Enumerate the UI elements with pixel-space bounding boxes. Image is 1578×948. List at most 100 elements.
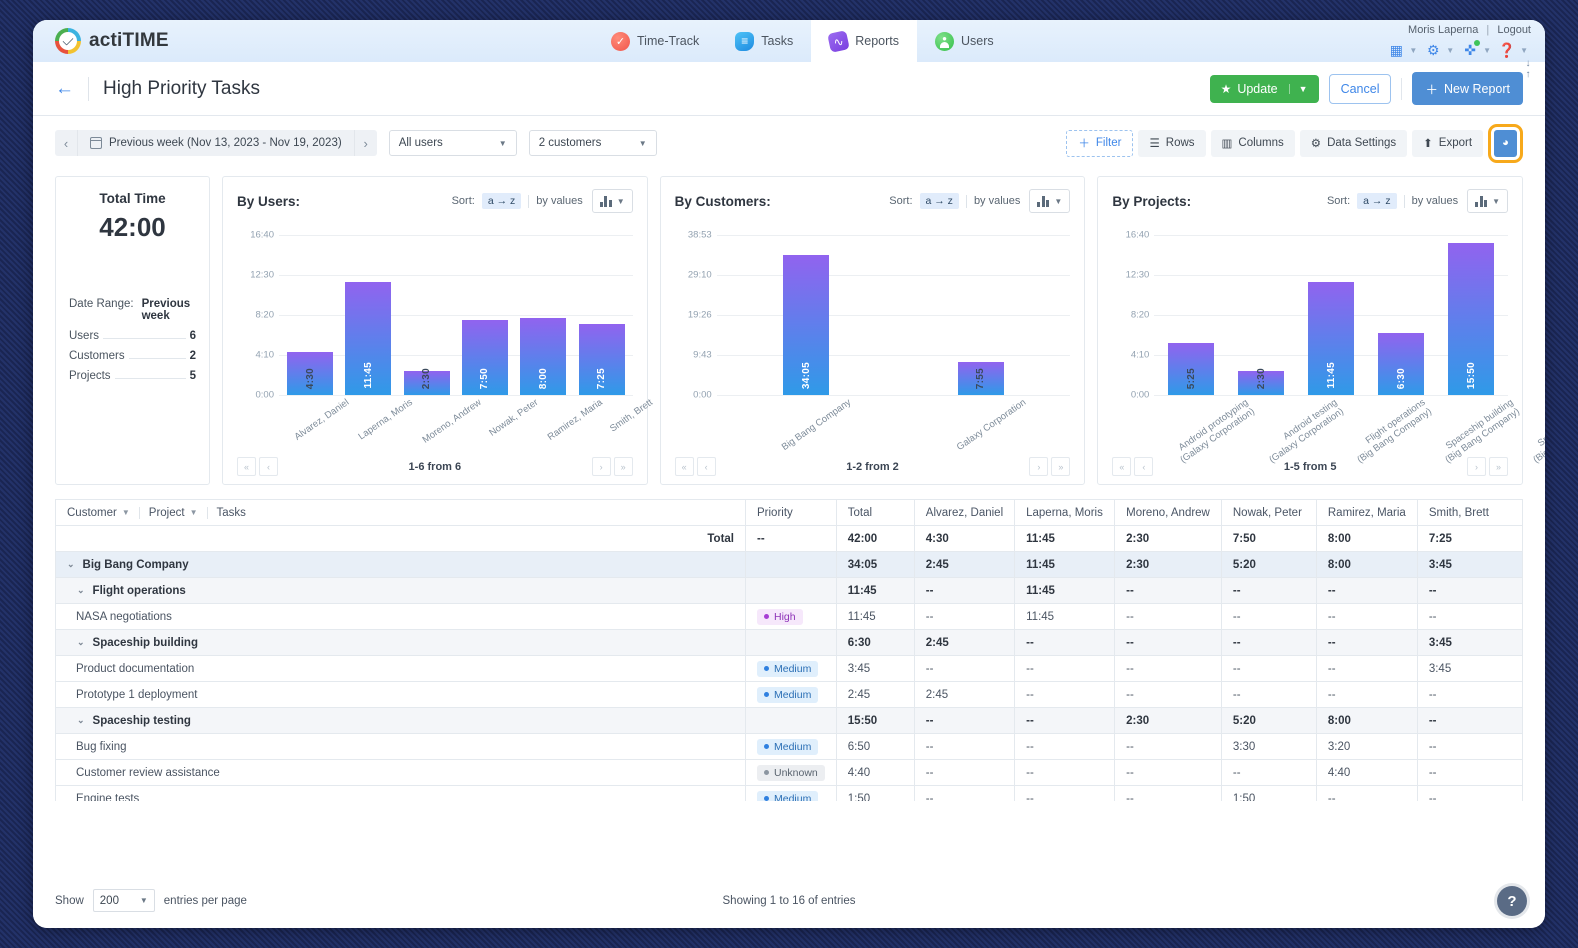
priority-cell[interactable]: Medium	[746, 656, 837, 682]
bar[interactable]: 2:30	[1238, 371, 1284, 395]
bar[interactable]: 34:05	[783, 255, 829, 395]
chevron-down-icon[interactable]: ⌄	[77, 585, 85, 596]
rows-button[interactable]: ☰ Rows	[1138, 130, 1205, 157]
bar-slot[interactable]: 2:30	[1226, 235, 1296, 395]
th-nowak-peter[interactable]: Nowak, Peter	[1221, 500, 1316, 526]
bar-slot[interactable]: 4:30	[281, 235, 339, 395]
priority-cell[interactable]: Unknown	[746, 760, 837, 786]
update-button[interactable]: ★ Update ▼	[1210, 75, 1319, 103]
sort-by-values-link[interactable]: by values	[1412, 195, 1458, 207]
chevron-down-icon[interactable]: ▼	[1289, 84, 1308, 94]
bar[interactable]: 5:25	[1168, 343, 1214, 395]
gear-icon[interactable]: ⚙	[1424, 41, 1442, 59]
last-page-button[interactable]: »	[1489, 457, 1508, 476]
last-page-button[interactable]: »	[1051, 457, 1070, 476]
sort-direction-pill[interactable]: a → z	[1357, 193, 1396, 209]
question-mark-icon[interactable]: ?	[1497, 886, 1527, 916]
prev-page-button[interactable]: ‹	[697, 457, 716, 476]
priority-cell[interactable]	[746, 708, 837, 734]
first-page-button[interactable]: «	[1112, 457, 1131, 476]
th-laperna-moris[interactable]: Laperna, Moris	[1015, 500, 1115, 526]
th-alvarez-daniel[interactable]: Alvarez, Daniel	[914, 500, 1014, 526]
next-page-button[interactable]: ›	[1467, 457, 1486, 476]
bar[interactable]: 7:50	[462, 320, 508, 395]
priority-cell[interactable]: Medium	[746, 786, 837, 802]
first-page-button[interactable]: «	[237, 457, 256, 476]
chevron-down-icon[interactable]: ⌄	[77, 715, 85, 726]
bar-slot[interactable]: 2:30	[398, 235, 456, 395]
sort-direction-pill[interactable]: a → z	[920, 193, 959, 209]
chevron-down-icon[interactable]: ⌄	[67, 559, 75, 570]
bar[interactable]: 2:30	[404, 371, 450, 395]
bar-slot[interactable]: 8:00	[514, 235, 572, 395]
chevron-down-icon[interactable]: ▼	[1483, 46, 1491, 55]
header-chip-customer[interactable]: Customer ▼	[67, 507, 139, 519]
chart-type-dropdown[interactable]: ▼	[1029, 189, 1070, 213]
th-priority[interactable]: Priority	[746, 500, 837, 526]
priority-cell[interactable]: Medium	[746, 682, 837, 708]
sort-by-values-link[interactable]: by values	[536, 195, 582, 207]
chevron-down-icon[interactable]: ▼	[1520, 46, 1528, 55]
header-chip-tasks[interactable]: Tasks	[207, 507, 255, 519]
status-badge[interactable]: Unknown	[757, 765, 825, 781]
prev-page-button[interactable]: ‹	[1134, 457, 1153, 476]
bar-slot[interactable]: 7:50	[456, 235, 514, 395]
chevron-down-icon[interactable]: ▼	[1409, 46, 1417, 55]
bar-slot[interactable]: 34:05	[719, 235, 894, 395]
bar[interactable]: 7:55	[958, 362, 1004, 395]
last-page-button[interactable]: »	[614, 457, 633, 476]
first-page-button[interactable]: «	[675, 457, 694, 476]
calendar-icon[interactable]: ▦	[1387, 41, 1405, 59]
prev-page-button[interactable]: ‹	[259, 457, 278, 476]
extensions-icon[interactable]: ✜	[1461, 41, 1479, 59]
sort-by-values-link[interactable]: by values	[974, 195, 1020, 207]
priority-cell[interactable]: Medium	[746, 734, 837, 760]
bar-slot[interactable]: 7:55	[894, 235, 1069, 395]
chart-view-toggle-button[interactable]: ◕	[1494, 130, 1517, 157]
priority-cell[interactable]	[746, 552, 837, 578]
new-report-button[interactable]: ＋ New Report	[1412, 72, 1523, 105]
date-range-value-wrap[interactable]: Previous week (Nov 13, 2023 - Nov 19, 20…	[77, 130, 355, 156]
logout-link[interactable]: Logout	[1497, 24, 1531, 36]
bar[interactable]: 4:30	[287, 352, 333, 395]
nav-tab-tasks[interactable]: Tasks	[717, 20, 811, 62]
nav-tab-users[interactable]: Users	[917, 20, 1012, 62]
status-badge[interactable]: Medium	[757, 687, 818, 703]
priority-cell[interactable]	[746, 630, 837, 656]
cancel-button[interactable]: Cancel	[1329, 74, 1392, 104]
users-filter-dropdown[interactable]: All users ▼	[389, 130, 517, 156]
nav-tab-time-track[interactable]: Time-Track	[593, 20, 717, 62]
data-settings-button[interactable]: ⚙ Data Settings	[1300, 130, 1407, 157]
bar-slot[interactable]: 11:45	[339, 235, 397, 395]
bar-slot[interactable]: 5:25	[1156, 235, 1226, 395]
bar[interactable]: 11:45	[345, 282, 391, 395]
brand-logo[interactable]: actiTIME	[33, 28, 169, 54]
filter-button[interactable]: ＋ Filter	[1066, 130, 1133, 157]
th-smith-brett[interactable]: Smith, Brett	[1417, 500, 1522, 526]
help-icon[interactable]: ❓	[1498, 41, 1516, 59]
bar[interactable]: 8:00	[520, 318, 566, 395]
bar[interactable]: 15:50	[1448, 243, 1494, 395]
previous-period-arrow[interactable]: ‹	[55, 136, 77, 151]
chart-type-dropdown[interactable]: ▼	[1467, 189, 1508, 213]
export-button[interactable]: ⬆ Export	[1412, 130, 1483, 157]
priority-cell[interactable]	[746, 578, 837, 604]
bar-slot[interactable]: 6:30	[1366, 235, 1436, 395]
th-ramirez-maria[interactable]: Ramirez, Maria	[1316, 500, 1417, 526]
bar[interactable]: 6:30	[1378, 333, 1424, 395]
bar-slot[interactable]: 11:45	[1296, 235, 1366, 395]
th-moreno-andrew[interactable]: Moreno, Andrew	[1115, 500, 1222, 526]
priority-cell[interactable]: --	[746, 526, 837, 552]
report-table-scroll[interactable]: Customer ▼ Project ▼ Tasks	[55, 499, 1523, 801]
th-total[interactable]: Total	[836, 500, 914, 526]
status-badge[interactable]: Medium	[757, 739, 818, 755]
chevron-down-icon[interactable]: ⌄	[77, 637, 85, 648]
priority-cell[interactable]: High	[746, 604, 837, 630]
sort-direction-pill[interactable]: a → z	[482, 193, 521, 209]
chart-type-dropdown[interactable]: ▼	[592, 189, 633, 213]
bar-slot[interactable]: 7:25	[572, 235, 630, 395]
bar-slot[interactable]: 15:50	[1436, 235, 1506, 395]
next-period-arrow[interactable]: ›	[355, 136, 377, 151]
status-badge[interactable]: Medium	[757, 791, 818, 802]
chevron-down-icon[interactable]: ▼	[1446, 46, 1454, 55]
